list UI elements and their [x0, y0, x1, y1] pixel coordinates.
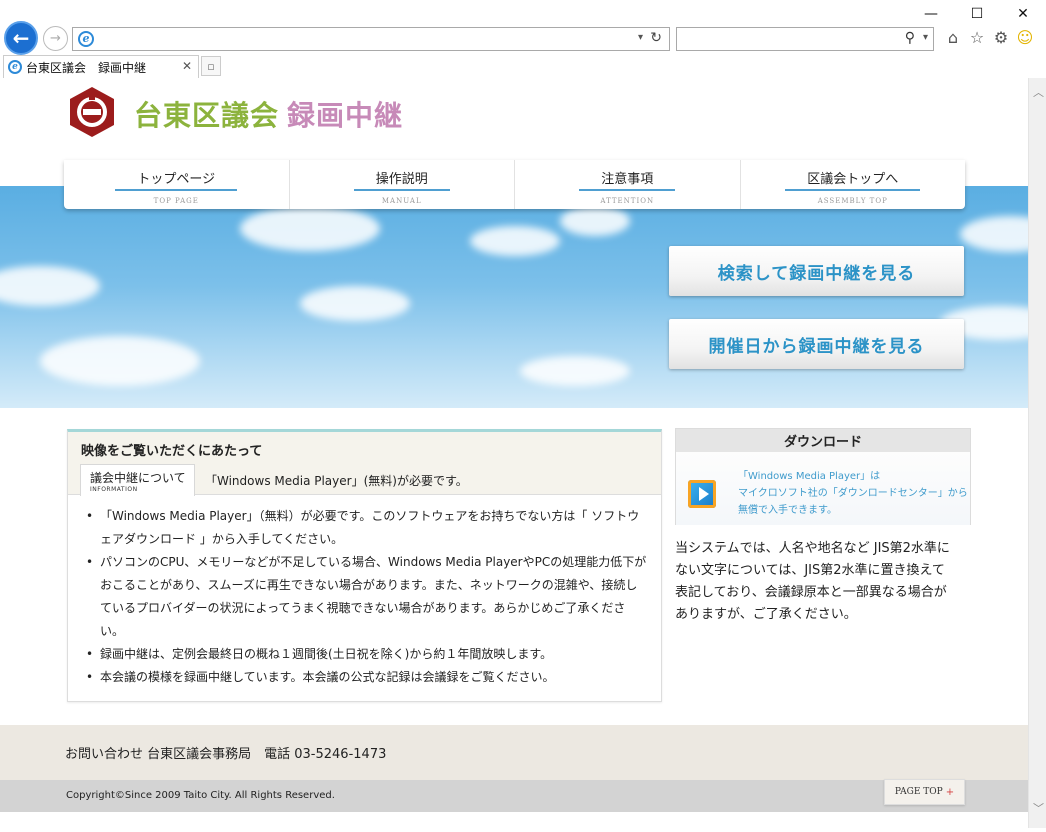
refresh-icon[interactable]: ↻ — [650, 30, 662, 46]
favorites-star-icon[interactable]: ☆ — [968, 27, 986, 47]
new-tab-button[interactable]: ▫ — [201, 56, 221, 76]
search-dropdown-icon[interactable]: ▾ — [923, 32, 928, 43]
page-top-label: PAGE TOP — [894, 787, 943, 797]
tab-title: 台東区議会 録画中継 — [26, 60, 147, 75]
nav-item-manual[interactable]: 操作説明 MANUAL — [290, 160, 515, 209]
notice-tab-label: 議会中継について — [90, 471, 186, 485]
download-panel: ダウンロード 「Windows Media Player」は マイクロソフト社の… — [675, 428, 971, 525]
notice-title: 映像をご覧いただくにあたって — [81, 444, 263, 459]
tab-close-icon[interactable]: ✕ — [182, 59, 192, 73]
close-window-button[interactable]: ✕ — [1000, 0, 1046, 28]
minimize-button[interactable]: — — [908, 0, 954, 28]
notice-list: 「Windows Media Player」（無料）が必要です。このソフトウェア… — [68, 495, 661, 689]
home-icon[interactable]: ⌂ — [944, 27, 962, 47]
download-line2: マイクロソフト社の「ダウンロードセンター」から — [738, 488, 968, 499]
nav-label: トップページ — [115, 168, 238, 191]
browser-chrome: — ☐ ✕ ← → e ▾ ↻ ⚲ ▾ ⌂ ☆ ⚙ ☺ e 台東区議会 録画中継… — [0, 0, 1046, 78]
nav-sublabel: TOP PAGE — [153, 197, 199, 205]
back-button[interactable]: ← — [4, 21, 38, 55]
taito-city-emblem-icon — [70, 87, 114, 137]
nav-item-attention[interactable]: 注意事項 ATTENTION — [515, 160, 741, 209]
back-arrow-icon: ← — [12, 26, 30, 50]
settings-gear-icon[interactable]: ⚙ — [992, 27, 1010, 47]
viewing-notice-panel: 映像をご覧いただくにあたって 議会中継について INFORMATION 「Win… — [67, 429, 662, 702]
smiley-feedback-icon[interactable]: ☺ — [1016, 27, 1034, 47]
download-text: 「Windows Media Player」は マイクロソフト社の「ダウンロード… — [738, 468, 968, 519]
notice-item-schedule: 録画中継は、定例会最終日の概ね１週間後(土日祝を除く)から約１年間放映します。 — [82, 643, 647, 666]
site-title-part1: 台東区議会 — [134, 99, 280, 132]
site-title-part2: 録画中継 — [287, 99, 404, 132]
page-top-button[interactable]: PAGE TOP + — [884, 779, 965, 805]
forward-button[interactable]: → — [43, 26, 68, 51]
download-line3: 無償で入手できます。 — [738, 505, 837, 516]
search-recordings-button[interactable]: 検索して録画中継を見る — [669, 246, 964, 296]
maximize-button[interactable]: ☐ — [954, 0, 1000, 28]
notice-item-performance: パソコンのCPU、メモリーなどが不足している場合、Windows Media P… — [82, 551, 647, 643]
recordings-by-date-button[interactable]: 開催日から録画中継を見る — [669, 319, 964, 369]
nav-item-top-page[interactable]: トップページ TOP PAGE — [64, 160, 290, 209]
download-heading: ダウンロード — [676, 429, 970, 452]
tab-favicon-icon: e — [8, 60, 22, 74]
nav-item-assembly-top[interactable]: 区議会トップへ ASSEMBLY TOP — [741, 160, 966, 209]
copyright-text: Copyright©Since 2009 Taito City. All Rig… — [66, 790, 335, 801]
notice-item-wmp-required: 「Windows Media Player」（無料）が必要です。このソフトウェア… — [82, 505, 647, 551]
address-bar[interactable]: e ▾ ↻ — [72, 27, 670, 51]
hero-sky-banner — [0, 186, 1028, 408]
site-title[interactable]: 台東区議会 録画中継 — [134, 94, 403, 134]
download-wmp-link[interactable]: 「Windows Media Player」は マイクロソフト社の「ダウンロード… — [676, 452, 970, 525]
windows-media-player-icon — [688, 480, 716, 508]
page-viewport: 台東区議会 録画中継 トップページ TOP PAGE 操作説明 MANUAL 注意… — [0, 78, 1028, 828]
nav-sublabel: MANUAL — [381, 197, 422, 205]
forward-arrow-icon: → — [50, 31, 61, 46]
contact-text: お問い合わせ 台東区議会事務局 電話 03-5246-1473 — [65, 747, 387, 762]
notice-header: 映像をご覧いただくにあたって 議会中継について INFORMATION 「Win… — [68, 432, 661, 496]
vertical-scrollbar[interactable]: ︿ ﹀ — [1028, 78, 1046, 828]
browser-tab[interactable]: e 台東区議会 録画中継 ✕ — [3, 55, 199, 78]
new-tab-icon: ▫ — [207, 59, 215, 73]
nav-label: 操作説明 — [353, 168, 450, 191]
scroll-up-icon[interactable]: ︿ — [1033, 84, 1044, 100]
notice-item-official-record: 本会議の模様を録画中継しています。本会議の公式な記録は会議録をご覧ください。 — [82, 666, 647, 689]
global-nav: トップページ TOP PAGE 操作説明 MANUAL 注意事項 ATTENTI… — [64, 160, 965, 209]
nav-label: 注意事項 — [579, 168, 676, 191]
notice-requirement: 「Windows Media Player」(無料)が必要です。 — [205, 474, 468, 488]
nav-label: 区議会トップへ — [785, 168, 921, 191]
toolbar-icons: ⌂ ☆ ⚙ ☺ — [944, 27, 1034, 47]
search-box[interactable]: ⚲ ▾ — [676, 27, 934, 51]
notice-tab-information[interactable]: 議会中継について INFORMATION — [80, 464, 195, 496]
window-controls: — ☐ ✕ — [908, 0, 1046, 28]
footer-copyright: Copyright©Since 2009 Taito City. All Rig… — [0, 780, 1028, 812]
notice-tab-sublabel: INFORMATION — [90, 486, 138, 493]
nav-sublabel: ATTENTION — [600, 197, 655, 205]
nav-sublabel: ASSEMBLY TOP — [817, 197, 888, 205]
download-line1: 「Windows Media Player」は — [738, 471, 881, 482]
ie-logo-icon: e — [78, 31, 94, 47]
scroll-down-icon[interactable]: ﹀ — [1033, 800, 1044, 816]
address-dropdown-icon[interactable]: ▾ — [638, 32, 643, 43]
search-icon[interactable]: ⚲ — [905, 30, 915, 46]
footer-contact: お問い合わせ 台東区議会事務局 電話 03-5246-1473 — [0, 725, 1028, 780]
jis-character-note: 当システムでは、人名や地名など JIS第2水準にない文字については、JIS第2水… — [675, 541, 950, 622]
plus-icon: + — [945, 786, 955, 798]
